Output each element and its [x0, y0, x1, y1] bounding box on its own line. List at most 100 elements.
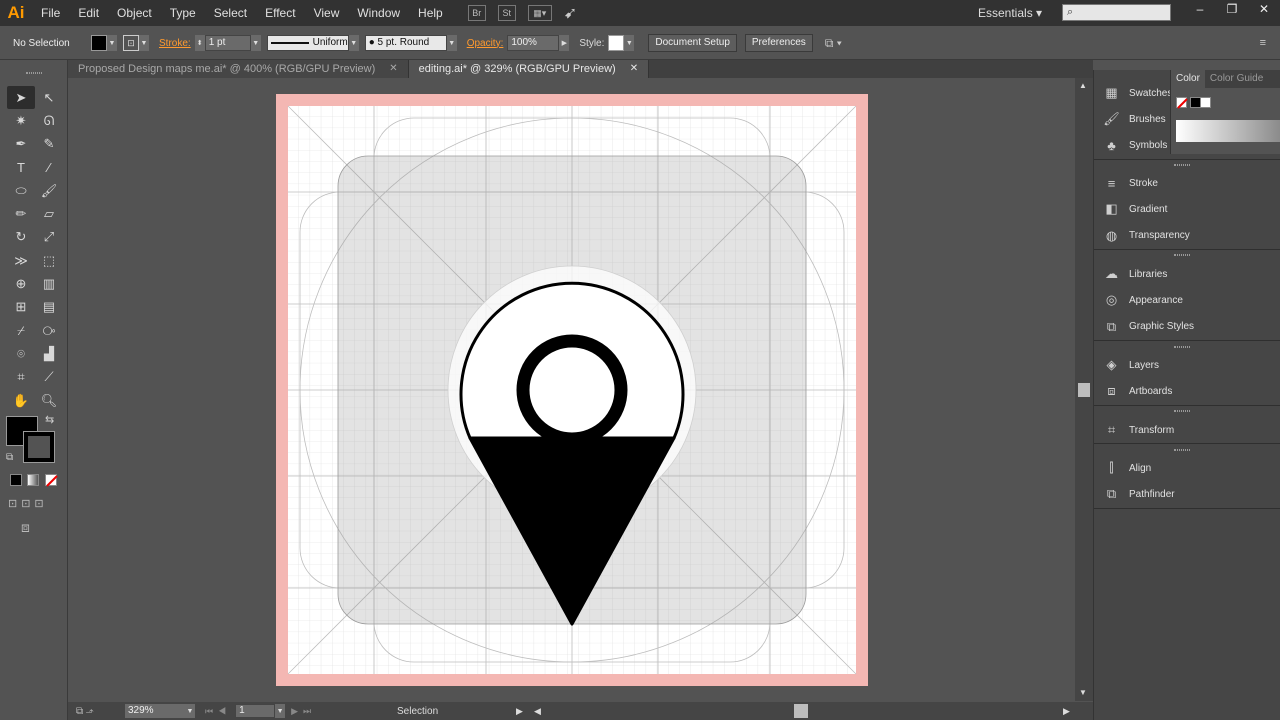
- stroke-label[interactable]: Stroke:: [159, 38, 191, 49]
- gradient-mode-icon[interactable]: [27, 474, 39, 486]
- stroke-weight-field[interactable]: 1 pt: [204, 35, 251, 51]
- selection-tool-icon[interactable]: ➤: [7, 86, 35, 110]
- scroll-thumb[interactable]: [1078, 383, 1090, 397]
- menu-object[interactable]: Object: [108, 0, 161, 26]
- search-input[interactable]: ⌕: [1062, 4, 1171, 21]
- artboard-nav-first-prev[interactable]: ⏮◀: [205, 706, 231, 717]
- close-button[interactable]: ✕: [1248, 0, 1280, 18]
- ellipse-tool-icon[interactable]: ⬭: [7, 179, 35, 202]
- graphic-style-swatch[interactable]: [608, 35, 625, 51]
- profile-dropdown[interactable]: ▼: [348, 35, 359, 51]
- pen-tool-icon[interactable]: ✒: [7, 133, 35, 156]
- column-graph-tool-icon[interactable]: ▟: [35, 342, 63, 365]
- hand-tool-icon[interactable]: ✋: [7, 389, 35, 412]
- menu-view[interactable]: View: [305, 0, 349, 26]
- panel-align[interactable]: ⫿ Align: [1094, 455, 1280, 481]
- perspective-grid-tool-icon[interactable]: ▥: [35, 272, 63, 295]
- menu-select[interactable]: Select: [205, 0, 256, 26]
- none-mode-icon[interactable]: [45, 474, 58, 487]
- control-bar-menu-icon[interactable]: ≡: [1260, 37, 1266, 49]
- document-setup-button[interactable]: Document Setup: [648, 34, 737, 52]
- white-swatch[interactable]: [1200, 97, 1211, 108]
- gpu-performance-icon[interactable]: ➹: [564, 3, 577, 23]
- stroke-color-dropdown[interactable]: ▼: [139, 35, 149, 51]
- horizontal-scroll-thumb[interactable]: [794, 704, 808, 718]
- menu-effect[interactable]: Effect: [256, 0, 304, 26]
- symbol-sprayer-tool-icon[interactable]: ⌾: [7, 342, 35, 365]
- panel-graphic-styles[interactable]: ⧉ Graphic Styles: [1094, 314, 1280, 340]
- close-icon[interactable]: ✕: [630, 60, 638, 78]
- color-mode-icon[interactable]: [10, 474, 22, 486]
- preferences-button[interactable]: Preferences: [744, 34, 813, 52]
- free-transform-tool-icon[interactable]: ⬚: [35, 249, 63, 272]
- restore-button[interactable]: ❐: [1216, 0, 1248, 18]
- scroll-left-icon[interactable]: ◀: [534, 706, 541, 717]
- scroll-up-icon[interactable]: ▲: [1079, 81, 1087, 90]
- variable-width-profile[interactable]: Uniform: [266, 35, 349, 51]
- line-tool-icon[interactable]: ⁄: [35, 156, 63, 179]
- fill-color-swatch[interactable]: [91, 35, 107, 51]
- lasso-tool-icon[interactable]: ᘏ: [35, 109, 63, 132]
- pencil-tool-icon[interactable]: ✏: [7, 202, 35, 225]
- scroll-down-icon[interactable]: ▼: [1079, 688, 1087, 697]
- rotate-tool-icon[interactable]: ↻: [7, 226, 35, 249]
- panel-libraries[interactable]: ☁ Libraries: [1094, 261, 1280, 287]
- curvature-tool-icon[interactable]: ✎: [35, 133, 63, 156]
- direct-selection-tool-icon[interactable]: ↖: [35, 86, 63, 109]
- arrange-documents-icon[interactable]: ▦▾: [527, 5, 552, 21]
- bridge-icon[interactable]: Br: [467, 5, 486, 21]
- artboard[interactable]: [276, 94, 868, 686]
- paintbrush-tool-icon[interactable]: 🖌: [35, 179, 63, 202]
- workspace-switcher[interactable]: Essentials ▾: [978, 0, 1042, 26]
- panel-pathfinder[interactable]: ⧉ Pathfinder: [1094, 481, 1280, 507]
- color-spectrum[interactable]: [1176, 120, 1280, 142]
- zoom-tool-icon[interactable]: 🔍︎: [35, 389, 63, 412]
- panel-stroke[interactable]: ≡ Stroke: [1094, 170, 1280, 196]
- stock-icon[interactable]: St: [497, 5, 516, 21]
- swap-fill-stroke-icon[interactable]: ⇆: [45, 413, 57, 426]
- stroke-color-swatch[interactable]: ⊡: [123, 35, 139, 51]
- panel-layers[interactable]: ◈ Layers: [1094, 352, 1280, 378]
- artboard-nav-next-last[interactable]: ▶⏭: [291, 706, 316, 717]
- eraser-tool-icon[interactable]: ▱: [35, 202, 63, 225]
- scroll-right-icon[interactable]: ▶: [1063, 706, 1070, 717]
- artboard-number-field[interactable]: 1: [235, 704, 276, 718]
- status-tool-label[interactable]: Selection: [397, 706, 438, 717]
- status-menu-icon[interactable]: ▶: [516, 706, 523, 717]
- scale-tool-icon[interactable]: ⤢: [35, 226, 63, 249]
- vertical-scrollbar[interactable]: ▲ ▼: [1075, 78, 1093, 701]
- default-fill-stroke-icon[interactable]: ⧉: [6, 452, 18, 464]
- tab-editing[interactable]: editing.ai* @ 329% (RGB/GPU Preview) ✕: [408, 60, 650, 78]
- stroke-weight-stepper[interactable]: ⬍: [194, 35, 205, 51]
- gradient-tool-icon[interactable]: ▤: [35, 296, 63, 319]
- draw-mode-icons[interactable]: ⊡⊡⊡: [8, 497, 48, 510]
- eyedropper-tool-icon[interactable]: ⌿: [7, 319, 35, 342]
- opacity-dropdown[interactable]: ▶: [559, 35, 570, 51]
- panel-gradient[interactable]: ◧ Gradient: [1094, 196, 1280, 222]
- mesh-tool-icon[interactable]: ⊞: [7, 296, 35, 319]
- tab-proposed-design[interactable]: Proposed Design maps me.ai* @ 400% (RGB/…: [68, 60, 409, 78]
- screen-mode-icon[interactable]: ⧈: [21, 519, 30, 536]
- stroke-weight-dropdown[interactable]: ▼: [250, 35, 261, 51]
- width-tool-icon[interactable]: ≫: [7, 249, 35, 272]
- tab-color[interactable]: Color: [1171, 70, 1205, 88]
- panel-artboards[interactable]: ⧈ Artboards: [1094, 378, 1280, 404]
- zoom-field[interactable]: 329%: [125, 704, 185, 718]
- none-swatch[interactable]: [1176, 97, 1188, 109]
- shape-builder-tool-icon[interactable]: ⊕: [7, 272, 35, 295]
- blend-tool-icon[interactable]: ⧂: [35, 319, 63, 342]
- stroke-swatch[interactable]: [23, 431, 55, 463]
- fill-dropdown[interactable]: ▼: [107, 35, 117, 51]
- menu-edit[interactable]: Edit: [69, 0, 108, 26]
- menu-file[interactable]: File: [32, 0, 69, 26]
- magic-wand-tool-icon[interactable]: ✷: [7, 109, 35, 132]
- menu-type[interactable]: Type: [161, 0, 205, 26]
- arrange-icon[interactable]: ⧉ ▾: [825, 36, 842, 51]
- artboard-tool-icon[interactable]: ⌗: [7, 366, 35, 389]
- zoom-dropdown[interactable]: ▼: [185, 704, 195, 718]
- artboard-dropdown[interactable]: ▼: [275, 704, 286, 718]
- panel-appearance[interactable]: ◎ Appearance: [1094, 287, 1280, 313]
- type-tool-icon[interactable]: T: [7, 156, 35, 179]
- status-icons[interactable]: ⧉ ⬏: [76, 706, 94, 717]
- panel-transform[interactable]: ⌗ Transform: [1094, 417, 1280, 443]
